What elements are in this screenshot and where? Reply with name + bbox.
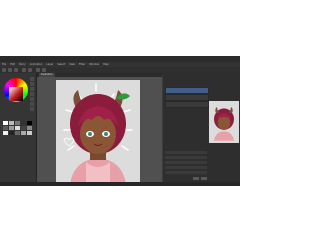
tool-column [30, 77, 35, 112]
redo-button[interactable] [28, 68, 32, 72]
swatch[interactable] [9, 131, 14, 135]
swatch[interactable] [21, 131, 26, 135]
status-bar [0, 182, 240, 186]
canvas-tab-strip: Illustration [37, 73, 162, 77]
move-tool-icon[interactable] [30, 102, 34, 106]
pen-tool-icon[interactable] [30, 77, 34, 81]
save-button[interactable] [14, 68, 18, 72]
property-row[interactable] [165, 161, 207, 164]
text-tool-icon[interactable] [30, 107, 34, 111]
saturation-value-box[interactable] [9, 87, 23, 101]
property-row[interactable] [165, 151, 207, 154]
swatch[interactable] [9, 126, 14, 130]
layer-item[interactable] [165, 87, 209, 94]
character-illustration [63, 83, 133, 184]
swatch[interactable] [3, 121, 8, 125]
ok-button[interactable] [193, 177, 199, 180]
swatch[interactable] [15, 126, 20, 130]
brush-tool-icon[interactable] [30, 82, 34, 86]
swatch[interactable] [21, 126, 26, 130]
layer-item[interactable] [165, 94, 209, 101]
swatch[interactable] [3, 126, 8, 130]
app-window: File Edit Story Animation Layer Select V… [0, 56, 240, 186]
open-file-button[interactable] [8, 68, 12, 72]
canvas-tab[interactable]: Illustration [39, 73, 55, 77]
swatch[interactable] [9, 121, 14, 125]
undo-button[interactable] [22, 68, 26, 72]
navigator-preview[interactable] [209, 101, 239, 143]
property-row[interactable] [165, 156, 207, 159]
right-panel [163, 73, 240, 186]
new-file-button[interactable] [2, 68, 6, 72]
property-row[interactable] [165, 171, 207, 174]
layer-item[interactable] [165, 101, 209, 108]
color-panel [0, 73, 37, 186]
swatch[interactable] [27, 126, 32, 130]
swatch[interactable] [21, 121, 26, 125]
eraser-tool-icon[interactable] [30, 87, 34, 91]
color-swatches [3, 121, 33, 135]
clear-button[interactable] [36, 68, 40, 72]
artwork-canvas[interactable] [56, 80, 140, 184]
swatch[interactable] [3, 131, 8, 135]
swatch[interactable] [27, 121, 32, 125]
transform-button[interactable] [42, 68, 46, 72]
navigator-thumbnail [214, 107, 234, 141]
swatch[interactable] [15, 131, 20, 135]
property-row[interactable] [165, 166, 207, 169]
swatch[interactable] [15, 121, 20, 125]
fill-tool-icon[interactable] [30, 92, 34, 96]
eyedropper-tool-icon[interactable] [30, 97, 34, 101]
cancel-button[interactable] [201, 177, 207, 180]
swatch[interactable] [27, 131, 32, 135]
